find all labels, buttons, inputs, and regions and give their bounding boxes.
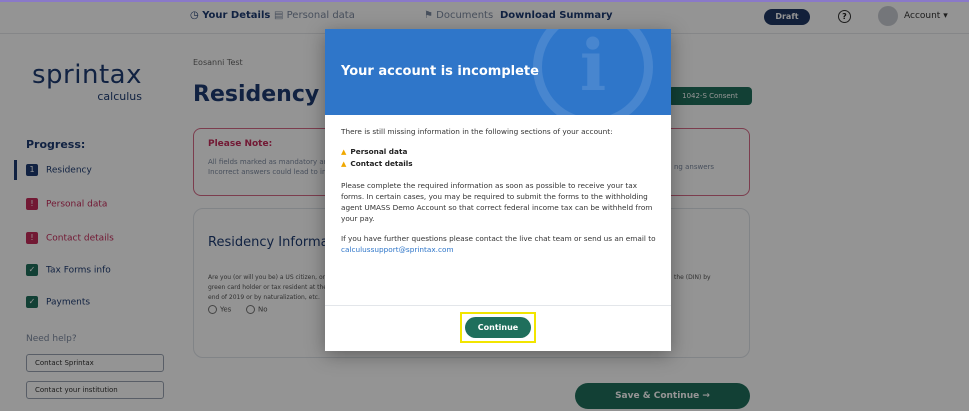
continue-button[interactable]: Continue	[465, 317, 531, 338]
dialog-paragraph: Please complete the required information…	[341, 181, 653, 223]
list-item: ▲ Contact details	[341, 158, 659, 170]
missing-item-label: Personal data	[350, 147, 408, 156]
contact-text: If you have further questions please con…	[341, 234, 656, 243]
dialog-divider	[325, 305, 671, 306]
contact-paragraph: If you have further questions please con…	[341, 233, 659, 255]
dialog-header: i Your account is incomplete	[325, 29, 671, 115]
warning-triangle-icon: ▲	[341, 160, 347, 168]
missing-sections-list: ▲ Personal data ▲ Contact details	[341, 146, 659, 170]
incomplete-account-dialog: i Your account is incomplete There is st…	[325, 29, 671, 351]
list-item: ▲ Personal data	[341, 146, 659, 158]
top-accent-line	[0, 0, 969, 2]
continue-highlight: Continue	[460, 312, 536, 343]
dialog-body: There is still missing information in th…	[341, 126, 659, 264]
support-email-link[interactable]: calculussupport@sprintax.com	[341, 245, 454, 254]
dialog-intro: There is still missing information in th…	[341, 127, 613, 136]
dialog-title: Your account is incomplete	[341, 64, 539, 79]
warning-triangle-icon: ▲	[341, 148, 347, 156]
info-icon: i	[533, 29, 653, 115]
missing-item-label: Contact details	[350, 159, 413, 168]
